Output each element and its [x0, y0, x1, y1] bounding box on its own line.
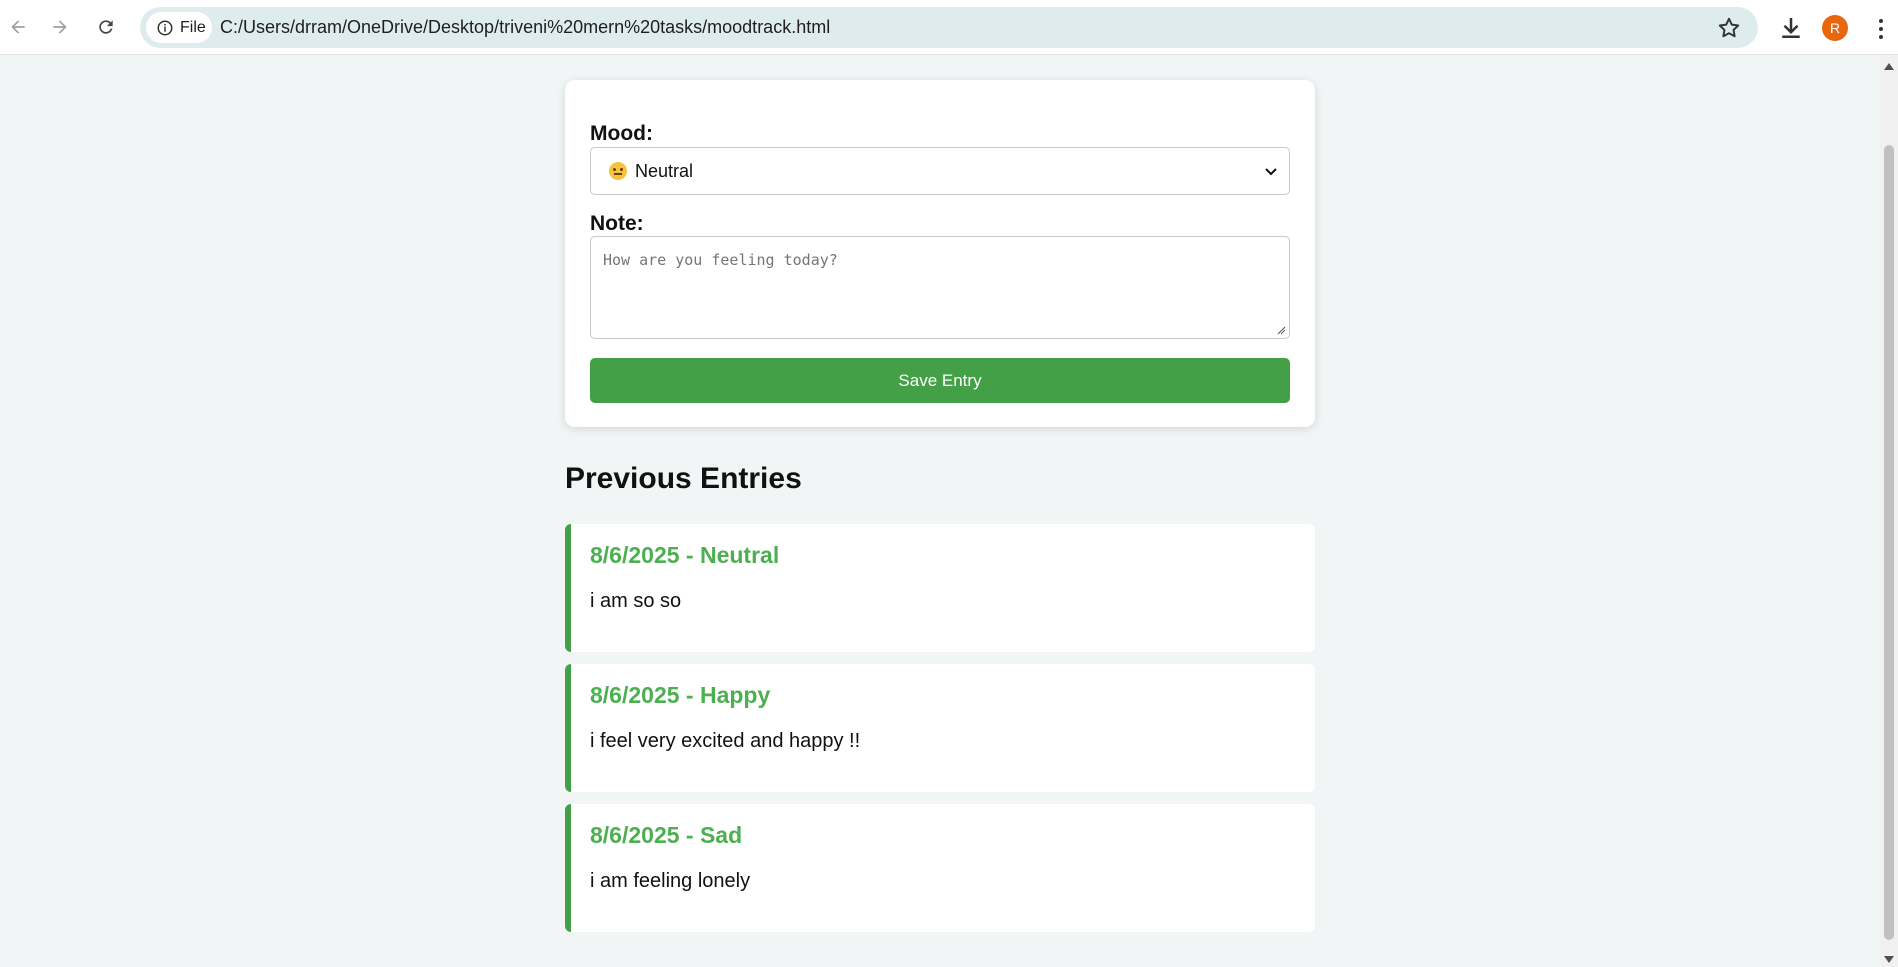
neutral-face-icon: [609, 162, 627, 180]
browser-toolbar: File C:/Users/drram/OneDrive/Desktop/tri…: [0, 0, 1898, 55]
chevron-down-icon: [1265, 168, 1277, 176]
page-content: Mood: Neutral Note: How are you feeling …: [0, 55, 1880, 967]
more-vert-icon: [1879, 19, 1883, 39]
reload-button[interactable]: [91, 12, 121, 42]
scroll-up-arrow-icon[interactable]: [1884, 63, 1894, 70]
note-label: Note:: [590, 212, 644, 235]
entry-title: 8/6/2025 - Sad: [590, 822, 743, 848]
scroll-down-arrow-icon[interactable]: [1884, 956, 1894, 963]
profile-avatar[interactable]: R: [1822, 15, 1848, 41]
forward-arrow-icon: [53, 20, 67, 34]
entry-title: 8/6/2025 - Neutral: [590, 542, 780, 568]
back-button[interactable]: [3, 12, 33, 42]
bookmark-button[interactable]: [1716, 15, 1742, 41]
site-chip-label: File: [180, 18, 206, 36]
save-entry-button[interactable]: Save Entry: [590, 358, 1290, 403]
scroll-thumb[interactable]: [1884, 145, 1894, 940]
entry-card: 8/6/2025 - Sad i am feeling lonely: [565, 804, 1315, 932]
previous-entries-title: Previous Entries: [565, 462, 802, 495]
address-bar[interactable]: File C:/Users/drram/OneDrive/Desktop/tri…: [140, 7, 1758, 48]
url-text[interactable]: C:/Users/drram/OneDrive/Desktop/triveni%…: [220, 17, 830, 38]
mood-select[interactable]: Neutral: [590, 147, 1290, 195]
mood-label: Mood:: [590, 122, 653, 145]
entry-note: i am so so: [590, 590, 682, 612]
forward-button[interactable]: [45, 12, 75, 42]
note-placeholder: How are you feeling today?: [603, 251, 838, 269]
mood-selected-value: Neutral: [635, 160, 694, 181]
entry-note: i am feeling lonely: [590, 870, 751, 892]
downloads-button[interactable]: [1776, 13, 1806, 43]
reload-icon: [99, 20, 113, 34]
resize-grip-icon[interactable]: [1276, 325, 1286, 335]
star-icon: [1718, 17, 1740, 38]
back-arrow-icon: [11, 20, 25, 34]
page-scrollbar[interactable]: [1880, 55, 1898, 967]
browser-menu-button[interactable]: [1868, 14, 1894, 44]
entry-card: 8/6/2025 - Neutral i am so so: [565, 524, 1315, 652]
note-textarea[interactable]: How are you feeling today?: [590, 236, 1290, 339]
entry-title: 8/6/2025 - Happy: [590, 682, 771, 708]
site-info-chip[interactable]: File: [146, 12, 212, 43]
mood-form-card: Mood: Neutral Note: How are you feeling …: [565, 80, 1315, 427]
download-icon: [1782, 18, 1800, 38]
entry-card: 8/6/2025 - Happy i feel very excited and…: [565, 664, 1315, 792]
info-icon: [157, 20, 173, 35]
entry-note: i feel very excited and happy !!: [590, 730, 861, 752]
